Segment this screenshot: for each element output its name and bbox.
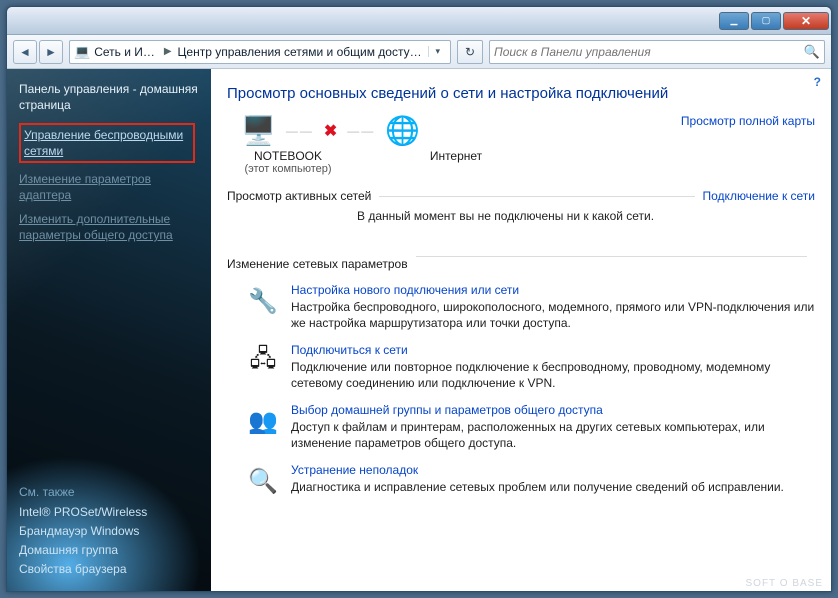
setting-desc: Диагностика и исправление сетевых пробле…: [291, 479, 815, 495]
setting-homegroup[interactable]: 👥 Выбор домашней группы и параметров общ…: [227, 403, 815, 451]
main-content: ? Просмотр основных сведений о сети и на…: [211, 69, 831, 591]
address-dropdown[interactable]: ▾: [428, 46, 446, 57]
close-button[interactable]: ✕: [783, 12, 829, 30]
navbar: ◄ ► 💻 Сеть и Ин... ▶ Центр управления се…: [7, 35, 831, 69]
refresh-button[interactable]: ↻: [457, 40, 483, 64]
help-icon[interactable]: ?: [814, 75, 821, 89]
troubleshoot-icon: 🔍: [247, 465, 279, 497]
internet-label: Интернет: [401, 149, 511, 175]
sidebar-link-wireless[interactable]: Управление беспроводными сетями: [19, 123, 195, 163]
see-also-proset[interactable]: Intel® PROSet/Wireless: [19, 505, 199, 519]
new-connection-icon: 🔧: [247, 285, 279, 317]
sidebar: Панель управления - домашняя страница Уп…: [7, 69, 211, 591]
network-icon: 💻: [74, 44, 90, 60]
breadcrumb-current[interactable]: Центр управления сетями и общим доступом: [178, 45, 425, 59]
chevron-right-icon: ▶: [162, 46, 174, 57]
settings-header: Изменение сетевых параметров: [227, 257, 408, 271]
setting-link[interactable]: Подключиться к сети: [291, 343, 815, 357]
setting-connect[interactable]: 🖧 Подключиться к сети Подключение или по…: [227, 343, 815, 391]
setting-desc: Подключение или повторное подключение к …: [291, 359, 815, 391]
setting-link[interactable]: Настройка нового подключения или сети: [291, 283, 815, 297]
setting-new-connection[interactable]: 🔧 Настройка нового подключения или сети …: [227, 283, 815, 331]
sidebar-home-link[interactable]: Панель управления - домашняя страница: [19, 81, 199, 113]
search-input[interactable]: [494, 45, 800, 59]
search-icon: 🔍: [804, 44, 820, 60]
see-also-browser[interactable]: Свойства браузера: [19, 562, 199, 576]
setting-link[interactable]: Устранение неполадок: [291, 463, 815, 477]
maximize-button[interactable]: ▢: [751, 12, 781, 30]
connect-to-network-link[interactable]: Подключение к сети: [703, 189, 815, 203]
view-full-map-link[interactable]: Просмотр полной карты: [681, 114, 815, 128]
connect-icon: 🖧: [247, 345, 279, 377]
control-panel-window: ▁ ▢ ✕ ◄ ► 💻 Сеть и Ин... ▶ Центр управле…: [6, 6, 832, 592]
nav-forward-button[interactable]: ►: [39, 40, 63, 64]
disconnected-icon: ✖: [324, 121, 337, 141]
see-also-header: См. также: [19, 485, 199, 499]
address-bar[interactable]: 💻 Сеть и Ин... ▶ Центр управления сетями…: [69, 40, 451, 64]
titlebar: ▁ ▢ ✕: [7, 7, 831, 35]
search-box[interactable]: 🔍: [489, 40, 825, 64]
setting-link[interactable]: Выбор домашней группы и параметров общег…: [291, 403, 815, 417]
computer-name: NOTEBOOK: [233, 149, 343, 163]
connection-line: ——: [347, 124, 375, 138]
homegroup-icon: 👥: [247, 405, 279, 437]
minimize-button[interactable]: ▁: [719, 12, 749, 30]
setting-desc: Настройка беспроводного, широкополосного…: [291, 299, 815, 331]
breadcrumb-root[interactable]: Сеть и Ин...: [94, 45, 158, 59]
watermark: SOFT O BASE: [746, 578, 824, 589]
sidebar-link-adapter[interactable]: Изменение параметров адаптера: [19, 171, 199, 203]
nav-back-button[interactable]: ◄: [13, 40, 37, 64]
page-title: Просмотр основных сведений о сети и наст…: [227, 85, 815, 102]
active-networks-header: Просмотр активных сетей: [227, 189, 371, 203]
see-also-firewall[interactable]: Брандмауэр Windows: [19, 524, 199, 538]
no-network-text: В данный момент вы не подключены ни к ка…: [357, 209, 815, 223]
globe-icon: 🌐: [385, 114, 420, 147]
computer-sub: (этот компьютер): [233, 163, 343, 175]
setting-troubleshoot[interactable]: 🔍 Устранение неполадок Диагностика и исп…: [227, 463, 815, 497]
computer-icon: 🖥️: [241, 114, 276, 147]
setting-desc: Доступ к файлам и принтерам, расположенн…: [291, 419, 815, 451]
connection-line: ——: [286, 124, 314, 138]
see-also-homegroup[interactable]: Домашняя группа: [19, 543, 199, 557]
sidebar-link-sharing[interactable]: Изменить дополнительные параметры общего…: [19, 211, 199, 243]
